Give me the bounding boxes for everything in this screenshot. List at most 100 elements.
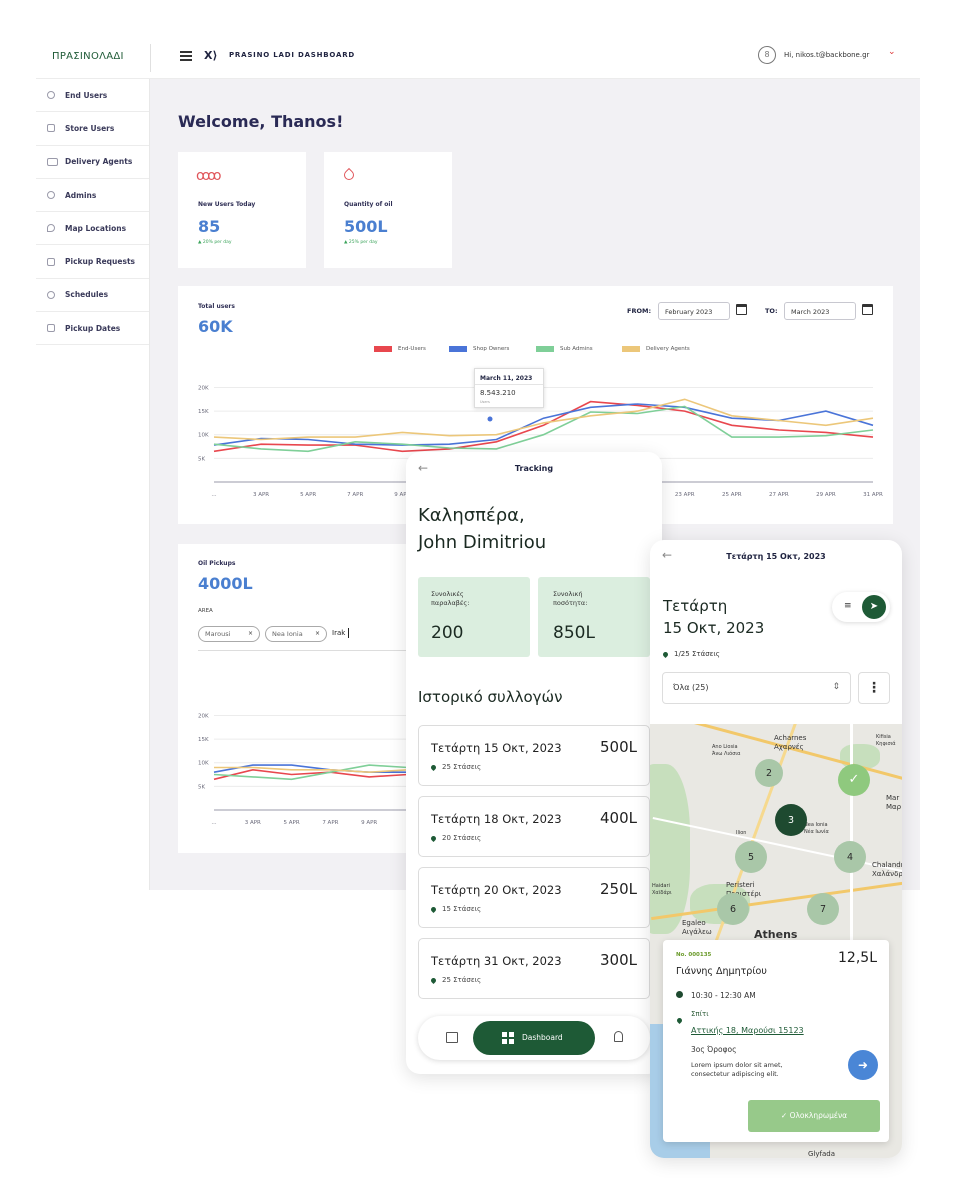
close-icon[interactable]: × (315, 630, 320, 637)
sidebar-item-store-users[interactable]: Store Users (36, 112, 149, 146)
oil-pickups-chart: 20K15K10K5K...3 APR5 APR7 APR9 APR1 (198, 713, 408, 826)
complete-button[interactable]: ✓ Ολοκληρωμένα (748, 1100, 880, 1132)
history-date: Τετάρτη 15 Οκτ, 2023 (431, 741, 562, 755)
stat-card-oil: Quantity of oil 500L ▲ 25% per day (324, 152, 452, 268)
from-date-input[interactable]: February 2023 (658, 302, 730, 320)
bell-icon[interactable] (614, 1031, 623, 1042)
user-avatar-icon[interactable]: 8 (758, 46, 776, 64)
location-pin-icon (429, 905, 438, 913)
area-input[interactable]: Irak (332, 629, 345, 637)
bottom-nav: Dashboard (418, 1016, 650, 1060)
sidebar-item-label: Delivery Agents (65, 157, 133, 167)
x-tick-label: 23 APR (675, 492, 695, 498)
map-label: Peristeri (726, 881, 755, 889)
tooltip-sub: Users (480, 400, 490, 404)
box-icon[interactable] (446, 1032, 458, 1043)
menu-icon[interactable] (180, 51, 192, 61)
logo: ΠΡΑΣΙΝΟΛΑΔΙ (52, 51, 124, 62)
y-tick-label: 10K (198, 433, 209, 439)
request-icon (47, 257, 55, 266)
dashboard-nav-button[interactable]: Dashboard (473, 1021, 595, 1055)
map-label: Άνω Λιόσια (712, 751, 741, 757)
tile-label: Συνολικές παραλαβές: (431, 590, 470, 607)
calendar-icon (47, 324, 55, 333)
map-cluster[interactable]: 2 (755, 759, 783, 787)
users-icon: ꝏꝏ (196, 168, 221, 184)
history-stops: 25 Στάσεις (429, 976, 482, 984)
sidebar-item-map-locations[interactable]: Map Locations (36, 212, 149, 246)
to-date-input[interactable]: March 2023 (784, 302, 856, 320)
history-date: Τετάρτη 20 Οκτ, 2023 (431, 883, 562, 897)
x-tick-label: 7 APR (322, 820, 338, 826)
clock-icon (47, 290, 55, 299)
location-pin-icon (429, 763, 438, 771)
close-icon[interactable]: × (248, 630, 253, 637)
history-item[interactable]: Τετάρτη 31 Οκτ, 2023 300L 25 Στάσεις (418, 938, 650, 999)
more-options-button[interactable]: ⋮ (858, 672, 890, 704)
stops-label: 1/25 Στάσεις (674, 650, 720, 658)
truck-icon (47, 157, 58, 166)
stops-label: 25 Στάσεις (442, 976, 482, 984)
sidebar-item-end-users[interactable]: End Users (36, 79, 149, 113)
user-icon (47, 91, 55, 100)
place-type: Σπίτι (691, 1010, 709, 1018)
sidebar-item-label: Map Locations (65, 223, 127, 233)
legend-swatch (536, 346, 554, 352)
map-cluster[interactable]: 4 (834, 841, 866, 873)
history-item[interactable]: Τετάρτη 20 Οκτ, 2023 250L 15 Στάσεις (418, 867, 650, 928)
check-icon[interactable]: ✓ (838, 764, 870, 796)
area-tag[interactable]: Marousi × (198, 626, 260, 642)
map-cluster-selected[interactable]: 3 (775, 804, 807, 836)
directions-button[interactable]: ➜ (848, 1050, 878, 1080)
stops-label: 20 Στάσεις (442, 834, 482, 842)
screen-title: Τετάρτη 15 Οκτ, 2023 (726, 552, 826, 561)
chevron-down-icon[interactable]: ⌄ (888, 47, 896, 57)
text-cursor (348, 628, 349, 638)
order-number: No. 000135 (676, 952, 712, 958)
legend-swatch (374, 346, 392, 352)
map-label: Egaleo (682, 919, 706, 927)
sidebar-item-pickup-requests[interactable]: Pickup Requests (36, 245, 149, 279)
top-bar: ΠΡΑΣΙΝΟΛΑΔΙ X⟩ PRASINO LADI DASHBOARD 8 … (36, 36, 920, 79)
user-greeting[interactable]: Hi, nikos.t@backbone.gr (784, 51, 869, 59)
sidebar: End Users Store Users Delivery Agents Ad… (36, 79, 150, 890)
history-item[interactable]: Τετάρτη 18 Οκτ, 2023 400L 20 Στάσεις (418, 796, 650, 857)
sidebar-item-label: End Users (65, 90, 108, 100)
x-tick-label: 5 APR (284, 820, 300, 826)
stat-value: 500L (344, 217, 388, 236)
sidebar-item-schedules[interactable]: Schedules (36, 279, 149, 313)
sidebar-item-admins[interactable]: Admins (36, 179, 149, 213)
clock-icon (676, 991, 683, 998)
history-date: Τετάρτη 18 Οκτ, 2023 (431, 812, 562, 826)
legend-swatch (622, 346, 640, 352)
legend-swatch (449, 346, 467, 352)
area-tag[interactable]: Nea Ionia × (265, 626, 327, 642)
calendar-icon[interactable] (736, 304, 747, 315)
header-divider (150, 44, 151, 72)
tag-label: Nea Ionia (272, 630, 303, 638)
y-tick-label: 20K (198, 713, 209, 719)
address-link[interactable]: Αττικής 18, Μαρούσι 15123 (691, 1026, 804, 1035)
calendar-icon[interactable] (862, 304, 873, 315)
from-label: FROM: (627, 307, 652, 315)
map-cluster[interactable]: 5 (735, 841, 767, 873)
map-label: Chalandri (872, 861, 902, 869)
legend-label: End-Users (398, 346, 426, 352)
map-cluster[interactable]: 6 (717, 893, 749, 925)
map-cluster[interactable]: 7 (807, 893, 839, 925)
history-item[interactable]: Τετάρτη 15 Οκτ, 2023 500L 25 Στάσεις (418, 725, 650, 786)
map-view-button[interactable]: ➤ (862, 595, 886, 619)
stat-change: ▲ 20% per day (198, 240, 232, 245)
area-underline (198, 650, 408, 651)
x-tick-label: ... (211, 492, 216, 498)
list-view-icon[interactable]: ≡ (844, 601, 852, 611)
floor-text: 3ος Όροφος (691, 1045, 737, 1054)
sidebar-item-delivery-agents[interactable]: Delivery Agents (36, 146, 149, 179)
y-tick-label: 5K (198, 784, 205, 790)
history-amount: 300L (600, 951, 637, 969)
sidebar-item-pickup-dates[interactable]: Pickup Dates (36, 312, 149, 346)
tooltip-value: 8.543.210 (480, 389, 516, 397)
legend-label: Delivery Agents (646, 346, 690, 352)
x-tick-label: 31 APR (863, 492, 883, 498)
filter-select[interactable]: Όλα (25) ⇕ (662, 672, 851, 704)
